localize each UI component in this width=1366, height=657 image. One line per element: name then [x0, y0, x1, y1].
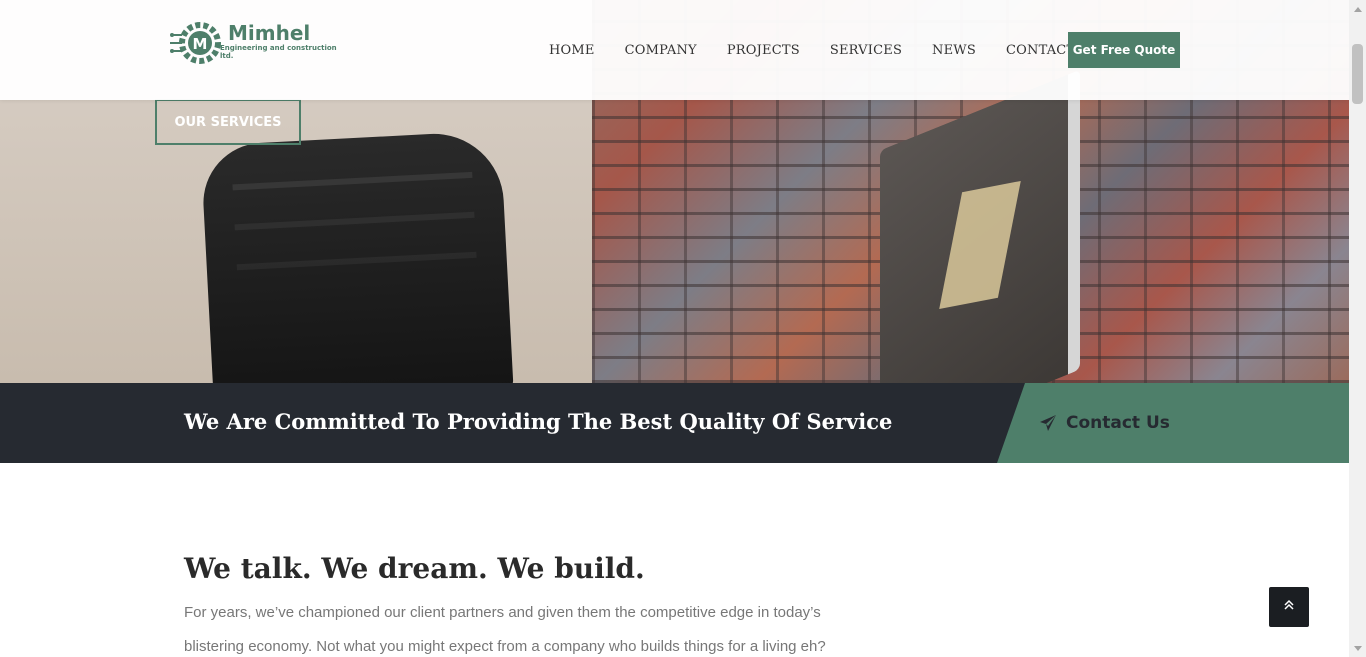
about-text: For years, we’ve championed our client p…	[184, 604, 826, 655]
nav-services[interactable]: SERVICES	[830, 43, 902, 58]
nav-contact[interactable]: CONTACT	[1006, 43, 1075, 58]
nav-news[interactable]: NEWS	[932, 43, 976, 58]
logo-gear-icon: M	[170, 15, 222, 67]
hero-monitor-note	[939, 180, 1021, 310]
scrollbar-thumb[interactable]	[1352, 44, 1363, 104]
get-free-quote-button[interactable]: Get Free Quote	[1068, 32, 1180, 68]
banner-title: We Are Committed To Providing The Best Q…	[184, 409, 893, 434]
about-heading: We talk. We dream. We build.	[184, 552, 645, 585]
scroll-up-arrow-icon[interactable]	[1349, 0, 1366, 17]
main-nav: HOME COMPANY PROJECTS SERVICES NEWS CONT…	[549, 0, 1105, 100]
nav-projects[interactable]: PROJECTS	[727, 43, 800, 58]
logo-name: Mimhel	[228, 21, 311, 45]
site-logo[interactable]: M Mimhel Engineering and construction lt…	[170, 12, 345, 70]
contact-us-button[interactable]: Contact Us	[997, 383, 1349, 463]
back-to-top-button[interactable]	[1269, 587, 1309, 627]
logo-tagline: Engineering and construction ltd.	[220, 44, 337, 60]
nav-home[interactable]: HOME	[549, 43, 595, 58]
vertical-scrollbar[interactable]	[1349, 0, 1366, 657]
scroll-down-arrow-icon[interactable]	[1349, 640, 1366, 657]
hero-office-chair	[200, 130, 514, 383]
double-chevron-up-icon	[1283, 598, 1295, 616]
site-header: M Mimhel Engineering and construction lt…	[0, 0, 1349, 100]
nav-company[interactable]: COMPANY	[625, 43, 697, 58]
our-services-button[interactable]: OUR SERVICES	[155, 99, 301, 145]
commitment-banner: We Are Committed To Providing The Best Q…	[0, 383, 1349, 463]
paper-plane-icon	[1039, 414, 1057, 432]
svg-text:M: M	[193, 35, 208, 53]
contact-us-label: Contact Us	[1066, 413, 1170, 433]
